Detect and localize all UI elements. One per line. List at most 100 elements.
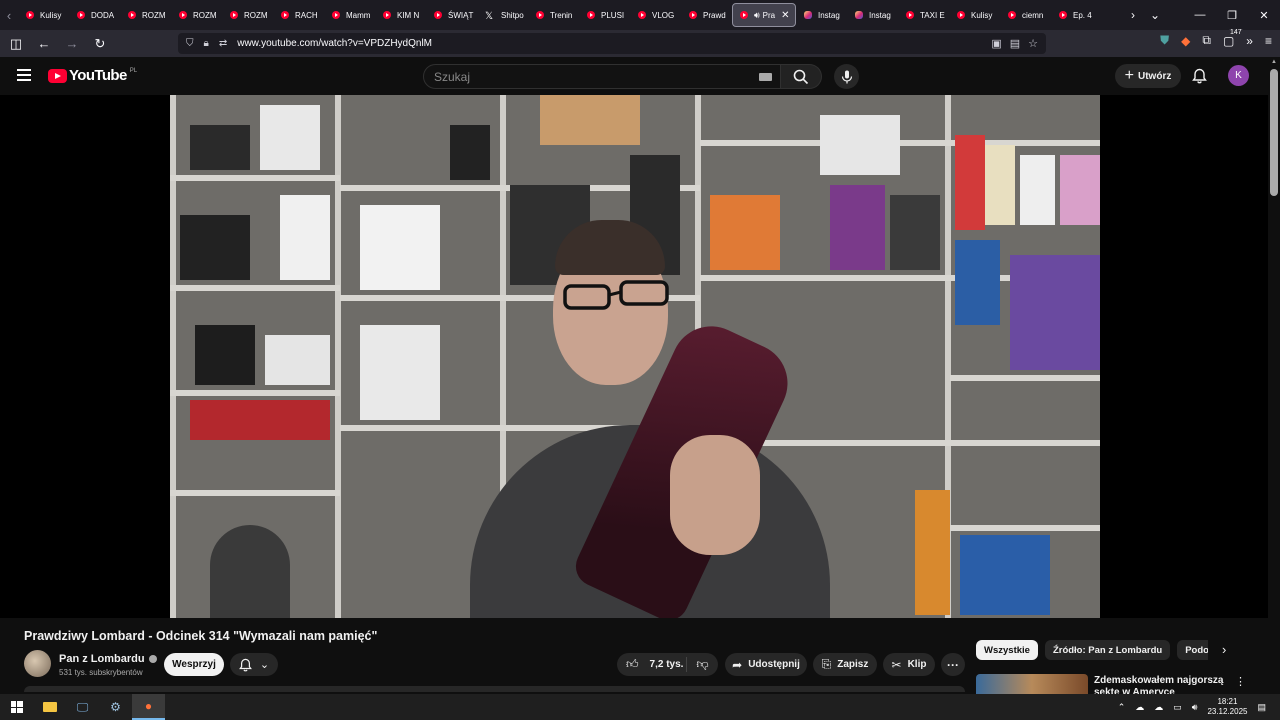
browser-tab[interactable]: Kulisy [949,3,1000,27]
bookmark-star-icon[interactable]: ☆ [1028,37,1038,50]
video-frame[interactable] [170,95,1100,618]
browser-tab[interactable]: PLUSI [579,3,630,27]
remote-desktop-button[interactable]: 🖵︎ [66,694,99,720]
dislike-button[interactable]: 👎︎ [687,657,718,672]
tray-overflow-icon[interactable]: ⌃ [1118,702,1126,713]
tab-label: DODA [91,10,115,20]
browser-tab[interactable]: ŚWIĄT [426,3,477,27]
channel-name[interactable]: Pan z Lombardu [59,653,145,665]
tab-scroll-left-button[interactable]: ‹ [0,0,18,30]
browser-tab[interactable]: RACH [273,3,324,27]
clock[interactable]: 18:21 23.12.2025 [1207,697,1247,717]
browser-tab[interactable]: ciemn [1000,3,1051,27]
network-status-icon[interactable]: ☁ [1135,702,1144,713]
sidebar-toggle-icon[interactable]: ◫ [4,33,28,55]
tab-scroll-right-button[interactable]: › [1122,8,1144,22]
address-bar[interactable]: ⛉ 🔒︎ ⇄ www.youtube.com/watch?v=VPDZHydQn… [178,33,1046,54]
page-scrollbar[interactable]: ▲ ▼ [1268,57,1280,720]
shield-icon[interactable]: ⛉ [186,38,194,49]
system-tray: ⌃ ☁ ☁ ▭ 🔊︎ 18:21 23.12.2025 ▤ [1118,697,1280,717]
firefox-button[interactable]: ● [132,694,165,720]
channel-avatar[interactable] [24,650,51,677]
permissions-icon[interactable]: ⇄ [219,38,227,49]
volume-icon[interactable]: 🔊︎ [1192,702,1198,713]
app-menu-icon[interactable]: ≡ [1265,34,1272,48]
more-vertical-icon[interactable]: ⋮ [1235,675,1246,688]
lock-icon[interactable]: 🔒︎ [204,38,209,49]
browser-tab[interactable]: Instag [796,3,847,27]
browser-tab[interactable]: Trenin [528,3,579,27]
minimize-button[interactable]: — [1184,9,1216,22]
start-button[interactable] [0,694,33,720]
notifications-icon[interactable]: ▤ [1257,702,1266,713]
picture-in-picture-icon[interactable]: ▣ [991,37,1001,50]
restore-button[interactable]: ❐ [1216,9,1248,22]
reader-view-icon[interactable]: ▤ [1010,37,1020,50]
like-count: 7,2 tys. [649,659,684,670]
recommendation-title[interactable]: Zdemaskowałem najgorszą sektę w Ameryce [1094,675,1224,694]
chip-from-channel[interactable]: Źródło: Pan z Lombardu [1044,640,1171,660]
steam-button[interactable]: ⚙ [99,694,132,720]
browser-tab[interactable]: VLOG [630,3,681,27]
url-text[interactable]: www.youtube.com/watch?v=VPDZHydQnlM [237,38,432,49]
save-button[interactable]: ⎘ Zapisz [813,653,877,676]
support-button[interactable]: Wesprzyj [164,653,224,676]
browser-tab[interactable]: Kulisy [18,3,69,27]
browser-tab[interactable]: ROZM [171,3,222,27]
list-all-tabs-button[interactable]: ⌄ [1144,8,1166,22]
channel-name-link[interactable]: Pan z Lombardu [59,653,157,665]
browser-tab[interactable]: DODA [69,3,120,27]
extension-fox-icon[interactable]: ◆ [1181,34,1190,48]
more-actions-button[interactable]: ··· [941,653,965,676]
search-button[interactable] [781,64,822,89]
browser-tab[interactable]: ROZM [120,3,171,27]
extension-badge-icon[interactable]: ▢ 147 [1223,28,1243,48]
reload-button[interactable]: ↻ [88,33,112,55]
extensions-puzzle-icon[interactable]: ⧉ [1202,33,1211,48]
vpn-shield-icon[interactable]: ⛊ [1160,33,1169,48]
subscription-notification-button[interactable]: ⌄ [230,653,278,676]
chip-related[interactable]: Podobne [1177,640,1208,660]
browser-tab[interactable]: TAXI E [898,3,949,27]
plus-icon: + [1124,67,1134,84]
browser-tab[interactable]: Mamm [324,3,375,27]
browser-tab[interactable]: KIM N [375,3,426,27]
create-button[interactable]: + Utwórz [1115,64,1181,88]
cloud-sync-icon[interactable]: ☁ [1154,702,1163,713]
share-button[interactable]: ➦ Udostępnij [725,653,807,676]
overflow-menu-icon[interactable]: » [1246,34,1253,48]
scroll-up-arrow[interactable]: ▲ [1271,59,1277,65]
forward-button[interactable]: → [60,33,84,55]
browser-tab[interactable]: ROZM [222,3,273,27]
browser-tab[interactable]: 𝕏 Shitpo [477,3,528,27]
voice-search-button[interactable] [834,64,859,89]
youtube-logo[interactable]: YouTube PL [48,67,137,84]
thumbs-down-icon: 👎︎ [696,657,709,671]
chip-all[interactable]: Wszystkie [976,640,1038,660]
browser-tab[interactable]: Instag [847,3,898,27]
windows-taskbar: 🖵︎ ⚙ ● ⌃ ☁ ☁ ▭ 🔊︎ 18:21 23.12.2025 ▤ [0,694,1280,720]
clip-button[interactable]: ✂ Klip [883,653,935,676]
notifications-button[interactable] [1192,68,1207,89]
tab-audio-icon[interactable]: 🔊︎ [754,10,760,21]
tab-close-icon[interactable]: ✕ [781,10,789,21]
search-input[interactable] [434,69,734,84]
description-box[interactable] [24,686,965,692]
keyboard-icon[interactable] [759,73,772,81]
scrollbar-thumb[interactable] [1270,69,1278,196]
browser-tab[interactable]: Prawd [681,3,732,27]
video-player[interactable] [0,95,1268,618]
file-explorer-button[interactable] [33,694,66,720]
account-avatar[interactable]: K [1228,65,1249,86]
browser-tab[interactable]: Ep. 4 [1051,3,1102,27]
guide-menu-icon[interactable] [17,69,31,81]
browser-tab-active[interactable]: 🔊︎ Pra ✕ [732,3,796,27]
back-button[interactable]: ← [32,33,56,55]
display-icon[interactable]: ▭ [1173,702,1182,713]
chevron-right-icon[interactable]: › [1222,642,1226,657]
close-window-button[interactable]: ✕ [1248,9,1280,22]
glasses [563,280,669,310]
recommendation-thumbnail[interactable] [976,674,1088,694]
like-button[interactable]: 👍︎ 7,2 tys. [617,657,687,672]
tab-label: Kulisy [40,10,62,20]
